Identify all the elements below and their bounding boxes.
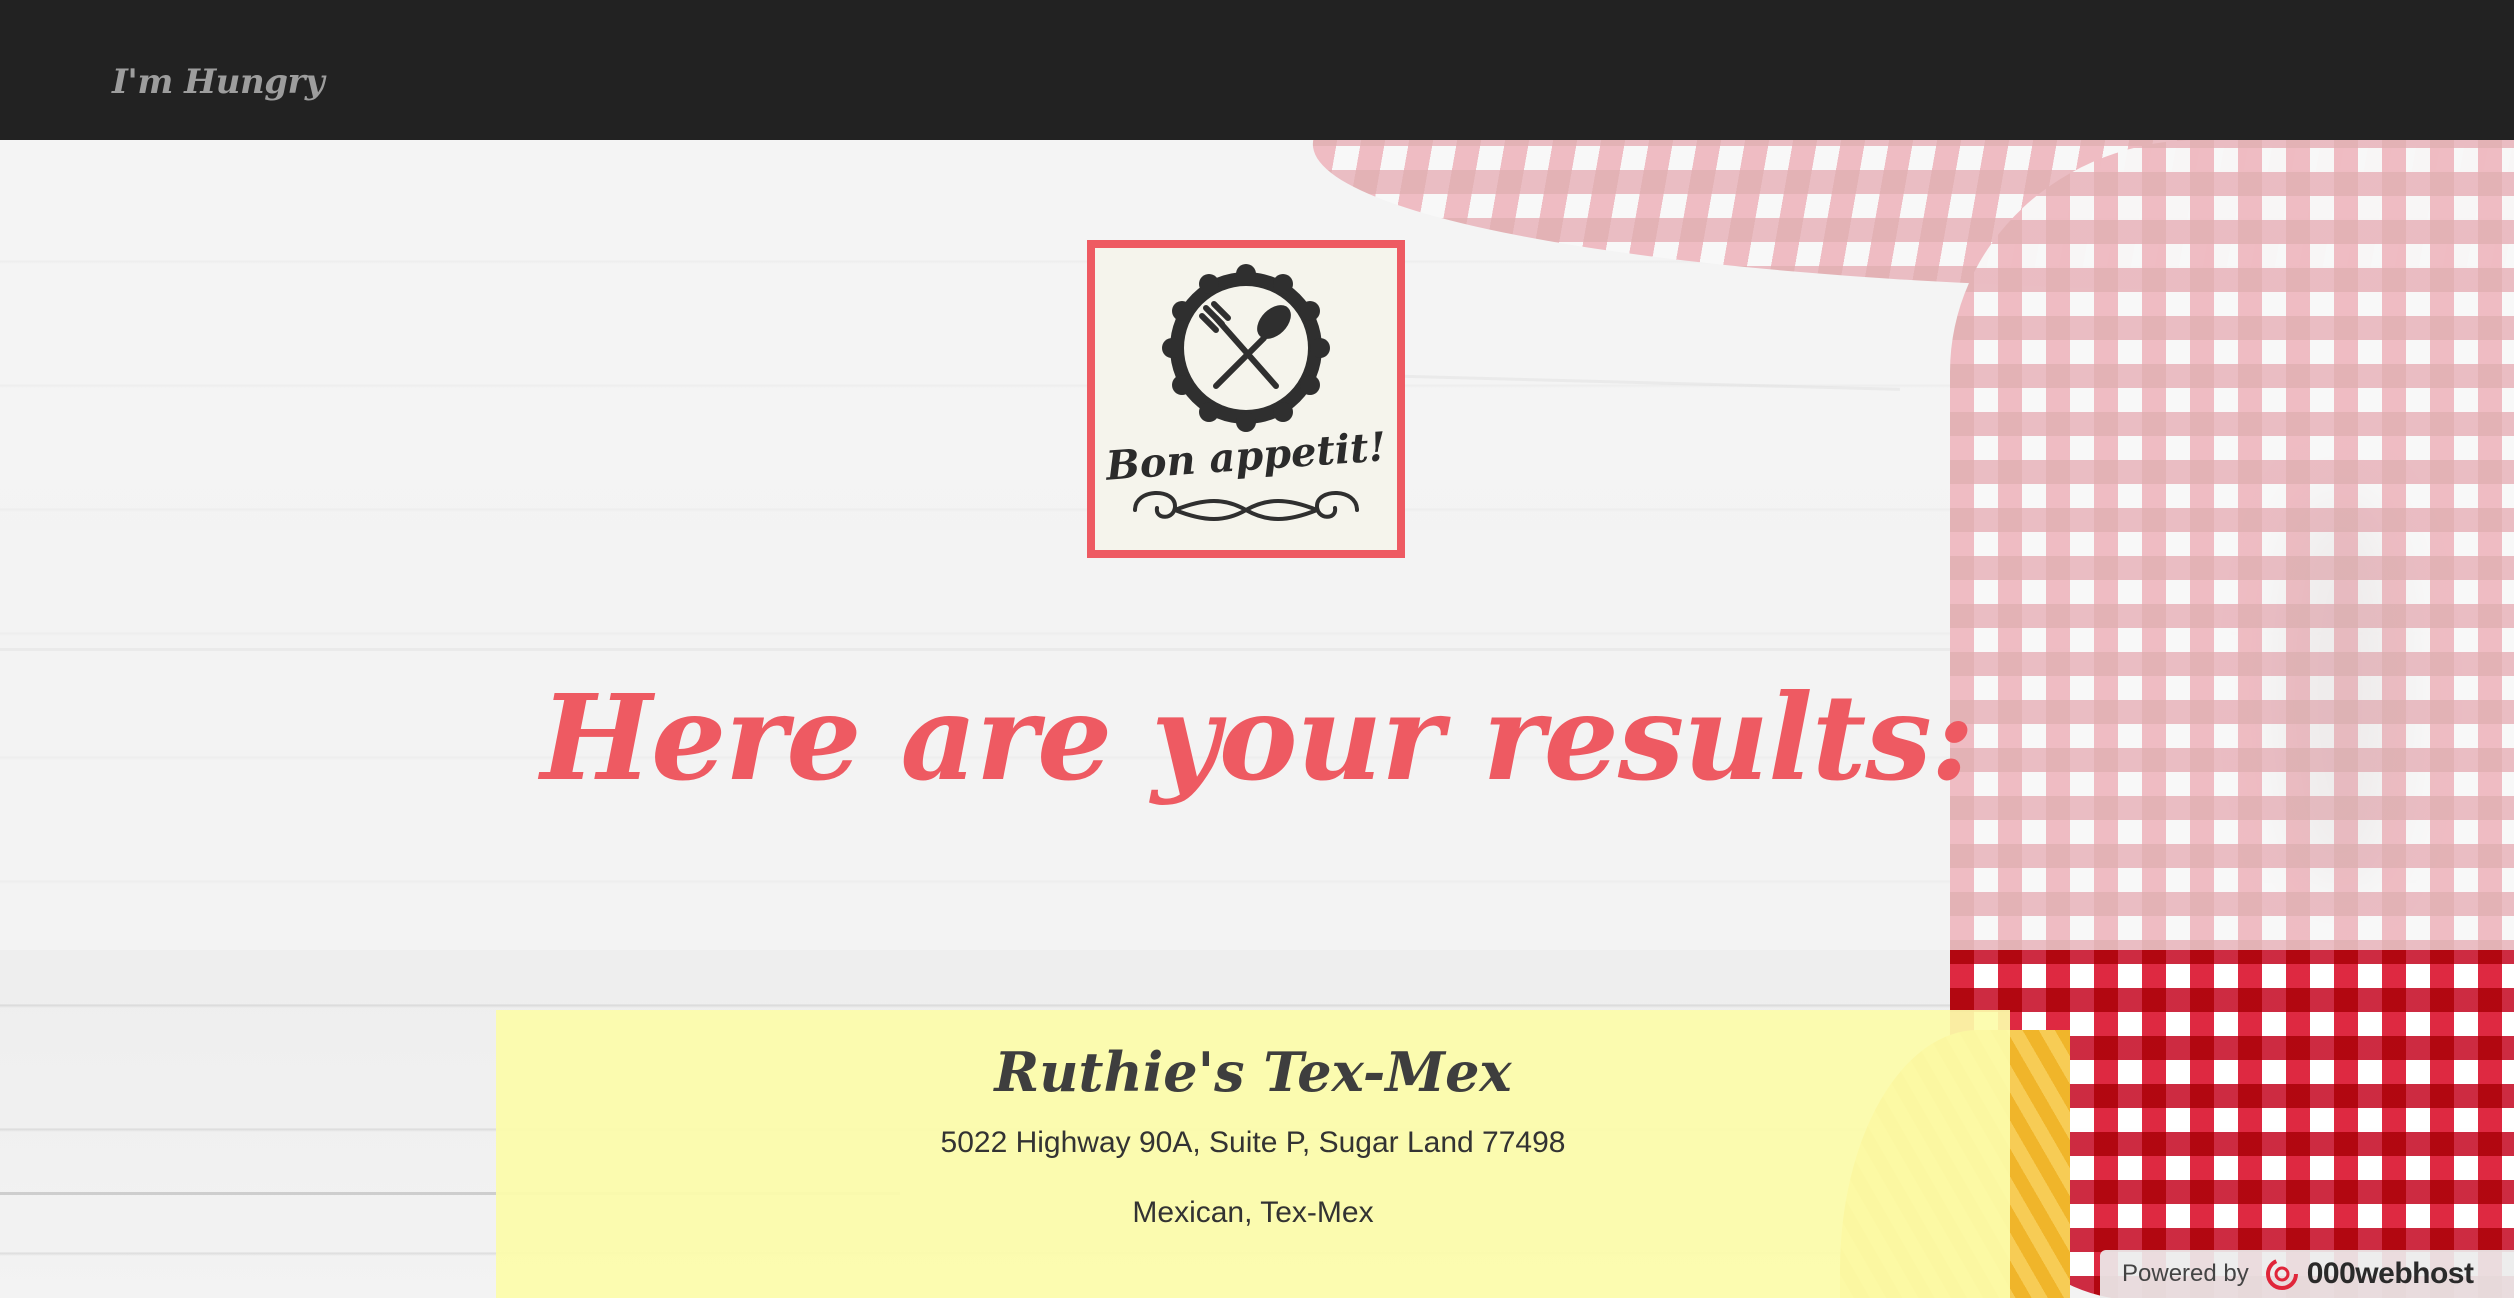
results-heading: Here are your results: — [540, 668, 1975, 807]
result-card[interactable]: Ruthie's Tex-Mex 5022 Highway 90A, Suite… — [496, 1010, 2010, 1298]
host-name: 000webhost — [2306, 1257, 2474, 1290]
brand-link[interactable]: I'm Hungry — [112, 62, 325, 102]
fork-spoon-icon — [1133, 264, 1359, 521]
powered-by-badge[interactable]: Powered by 000webhost — [2100, 1250, 2514, 1298]
restaurant-categories: Mexican, Tex-Mex — [1132, 1196, 1374, 1229]
bon-appetit-logo: Bon appetit! — [1087, 240, 1405, 558]
navbar: I'm Hungry — [0, 0, 2514, 140]
000webhost-logo-icon — [2265, 1258, 2298, 1290]
restaurant-name[interactable]: Ruthie's Tex-Mex — [496, 1040, 2010, 1104]
restaurant-address: 5022 Highway 90A, Suite P, Sugar Land 77… — [940, 1126, 1566, 1159]
powered-by-label: Powered by — [2122, 1260, 2249, 1287]
